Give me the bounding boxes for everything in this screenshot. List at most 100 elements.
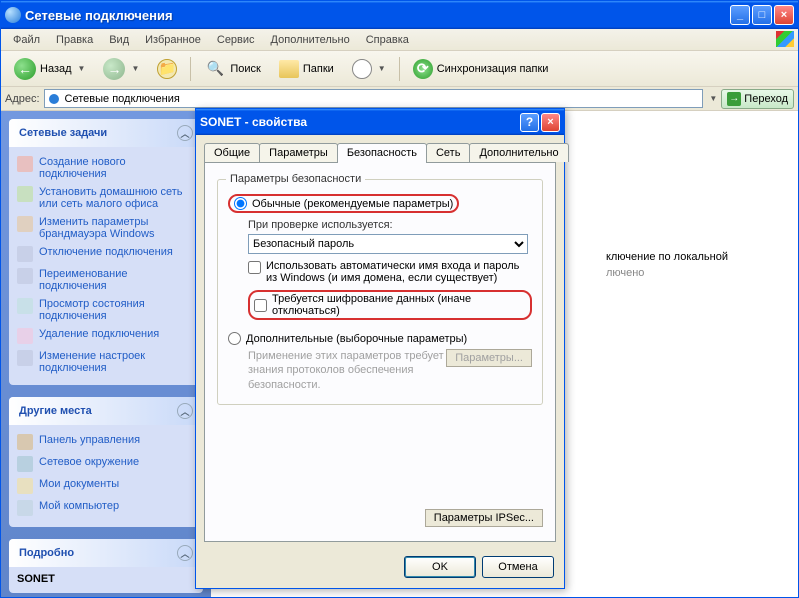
dialog-footer: OK Отмена (196, 550, 564, 588)
up-icon: 📁 (157, 59, 177, 79)
search-label: Поиск (230, 63, 260, 75)
sidebar-item[interactable]: Панель управления (17, 431, 195, 453)
link[interactable]: Мои документы (39, 478, 119, 490)
link[interactable]: Мой компьютер (39, 500, 119, 512)
panel-header[interactable]: Другие места ︿ (9, 397, 203, 425)
cancel-button[interactable]: Отмена (482, 556, 554, 578)
network-icon (5, 7, 21, 23)
address-input[interactable] (44, 89, 704, 108)
close-button[interactable]: × (774, 5, 794, 25)
task-icon (17, 186, 33, 202)
panel-header[interactable]: Сетевые задачи ︿ (9, 119, 203, 147)
window-title: Сетевые подключения (25, 8, 730, 23)
place-icon (17, 456, 33, 472)
sidebar-item[interactable]: Изменение настроек подключения (17, 347, 195, 377)
require-encryption-label: Требуется шифрование данных (иначе отклю… (272, 293, 526, 317)
radio-typical[interactable]: Обычные (рекомендуемые параметры) (228, 194, 532, 213)
radio-advanced-label: Дополнительные (выборочные параметры) (246, 333, 467, 345)
ok-button[interactable]: OK (404, 556, 476, 578)
radio-typical-input[interactable] (234, 197, 247, 210)
menu-file[interactable]: Файл (7, 32, 46, 48)
main-titlebar[interactable]: Сетевые подключения _ □ × (1, 1, 798, 29)
require-encryption-row[interactable]: Требуется шифрование данных (иначе отклю… (248, 290, 532, 320)
radio-advanced[interactable]: Дополнительные (выборочные параметры) (228, 332, 532, 345)
auto-credentials-row[interactable]: Использовать автоматически имя входа и п… (248, 260, 532, 284)
menu-favorites[interactable]: Избранное (139, 32, 207, 48)
tab-general[interactable]: Общие (204, 143, 260, 162)
auto-credentials-label: Использовать автоматически имя входа и п… (266, 260, 532, 284)
search-icon: 🔍 (204, 58, 226, 80)
sidebar-item[interactable]: Мой компьютер (17, 497, 195, 519)
link[interactable]: Изменение настроек подключения (39, 350, 195, 374)
dropdown-icon[interactable]: ▼ (709, 94, 717, 103)
advanced-note: Применение этих параметров требует знани… (248, 349, 478, 392)
panel-header[interactable]: Подробно ︿ (9, 539, 203, 567)
folders-icon (279, 60, 299, 78)
sidebar-item[interactable]: Просмотр состояния подключения (17, 295, 195, 325)
maximize-button[interactable]: □ (752, 5, 772, 25)
sidebar-item[interactable]: Сетевое окружение (17, 453, 195, 475)
properties-dialog: SONET - свойства ? × Общие Параметры Без… (195, 108, 565, 589)
settings-button: Параметры... (446, 349, 532, 367)
up-button[interactable]: 📁 (150, 55, 184, 83)
menu-help[interactable]: Справка (360, 32, 415, 48)
tab-content: Параметры безопасности Обычные (рекоменд… (204, 162, 556, 542)
menu-advanced[interactable]: Дополнительно (265, 32, 356, 48)
security-options-group: Параметры безопасности Обычные (рекоменд… (217, 179, 543, 405)
link[interactable]: Изменить параметры брандмауэра Windows (39, 216, 195, 240)
address-label: Адрес: (5, 93, 40, 105)
task-icon (17, 246, 33, 262)
sidebar-item[interactable]: Мои документы (17, 475, 195, 497)
sidebar-item[interactable]: Установить домашнюю сеть или сеть малого… (17, 183, 195, 213)
link[interactable]: Установить домашнюю сеть или сеть малого… (39, 186, 195, 210)
ipsec-button[interactable]: Параметры IPSec... (425, 509, 543, 527)
validation-label: При проверке используется: (248, 219, 532, 231)
tab-advanced[interactable]: Дополнительно (469, 143, 568, 162)
radio-advanced-input[interactable] (228, 332, 241, 345)
back-icon: ← (14, 58, 36, 80)
sidebar-item[interactable]: Удаление подключения (17, 325, 195, 347)
dropdown-icon: ▼ (378, 64, 386, 73)
tab-network[interactable]: Сеть (426, 143, 470, 162)
sidebar-item[interactable]: Создание нового подключения (17, 153, 195, 183)
validation-select[interactable]: Безопасный пароль (248, 234, 528, 254)
back-button[interactable]: ← Назад ▼ (7, 54, 92, 84)
highlight-oval: Обычные (рекомендуемые параметры) (228, 194, 459, 213)
link[interactable]: Просмотр состояния подключения (39, 298, 195, 322)
dropdown-icon: ▼ (131, 64, 139, 73)
link[interactable]: Отключение подключения (39, 246, 173, 258)
connection-item[interactable]: ключение по локальной лючено (606, 251, 728, 279)
sync-button[interactable]: ⟳ Синхронизация папки (406, 55, 556, 83)
chevron-up-icon: ︿ (177, 403, 193, 419)
tab-options[interactable]: Параметры (259, 143, 338, 162)
task-icon (17, 350, 33, 366)
details-panel: Подробно ︿ SONET (9, 539, 203, 593)
search-button[interactable]: 🔍 Поиск (197, 54, 267, 84)
sidebar-item[interactable]: Отключение подключения (17, 243, 195, 265)
dialog-controls: ? × (520, 113, 560, 132)
sync-icon: ⟳ (413, 59, 433, 79)
require-encryption-checkbox[interactable] (254, 299, 267, 312)
panel-body: Панель управления Сетевое окружение Мои … (9, 425, 203, 527)
tab-security[interactable]: Безопасность (337, 143, 427, 163)
menu-edit[interactable]: Правка (50, 32, 99, 48)
minimize-button[interactable]: _ (730, 5, 750, 25)
dialog-close-button[interactable]: × (541, 113, 560, 132)
sidebar-item[interactable]: Переименование подключения (17, 265, 195, 295)
link[interactable]: Создание нового подключения (39, 156, 195, 180)
forward-button[interactable]: → ▼ (96, 54, 146, 84)
folders-button[interactable]: Папки (272, 56, 341, 82)
go-button[interactable]: → Переход (721, 89, 794, 109)
views-button[interactable]: ☰ ▼ (345, 55, 393, 83)
auto-credentials-checkbox[interactable] (248, 261, 261, 274)
link[interactable]: Удаление подключения (39, 328, 159, 340)
link[interactable]: Сетевое окружение (39, 456, 139, 468)
back-label: Назад (40, 63, 72, 75)
sidebar-item[interactable]: Изменить параметры брандмауэра Windows (17, 213, 195, 243)
link[interactable]: Панель управления (39, 434, 140, 446)
menu-view[interactable]: Вид (103, 32, 135, 48)
link[interactable]: Переименование подключения (39, 268, 195, 292)
dialog-titlebar[interactable]: SONET - свойства ? × (196, 109, 564, 135)
help-button[interactable]: ? (520, 113, 539, 132)
menu-tools[interactable]: Сервис (211, 32, 261, 48)
